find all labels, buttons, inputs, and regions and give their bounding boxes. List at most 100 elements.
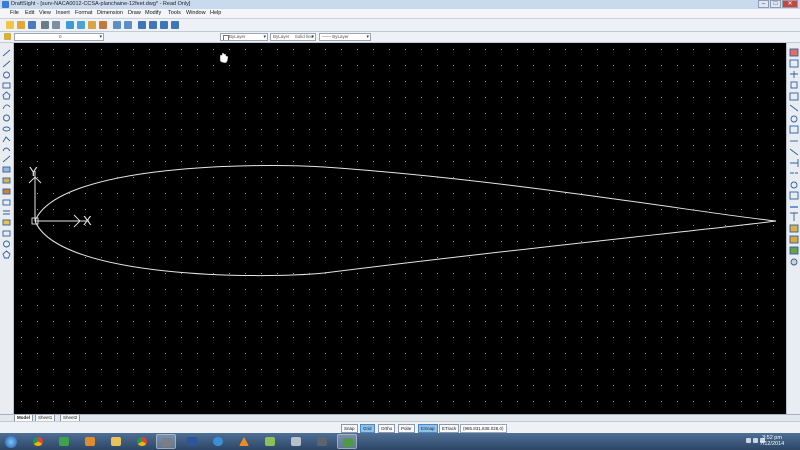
ray-icon[interactable]	[2, 155, 11, 163]
explode-icon[interactable]	[790, 212, 798, 221]
menu-draw[interactable]: Draw	[128, 10, 141, 16]
snap-toggle[interactable]: Snap	[341, 424, 358, 433]
mirror-icon[interactable]	[790, 71, 798, 78]
grid-dot	[133, 145, 134, 146]
maximize-button[interactable]: □	[770, 0, 781, 8]
file-explorer-icon[interactable]	[106, 434, 126, 449]
scale-icon[interactable]	[789, 125, 799, 134]
line-icon[interactable]	[2, 49, 11, 57]
pattern-icon[interactable]	[789, 92, 799, 101]
grid-dot	[597, 289, 598, 290]
inquiry-icon[interactable]	[790, 258, 798, 266]
esnap-toggle[interactable]: ESnap	[418, 424, 438, 433]
undo-icon[interactable]	[113, 21, 121, 29]
erase-icon[interactable]	[789, 48, 799, 57]
cloud-icon[interactable]	[2, 250, 11, 259]
menu-modify[interactable]: Modify	[145, 10, 161, 16]
region-icon[interactable]	[2, 230, 11, 237]
etrack-toggle[interactable]: ETrack	[439, 424, 460, 433]
grid-dot	[517, 353, 518, 354]
computer-icon[interactable]	[312, 434, 332, 449]
draftsight-icon[interactable]	[156, 434, 176, 449]
airfoil-profile-curve[interactable]	[34, 165, 777, 277]
minimize-button[interactable]: –	[758, 0, 769, 8]
color-dropdown[interactable]: ByLayer ▾	[220, 33, 268, 41]
rectangle-icon[interactable]	[2, 82, 11, 89]
grid-dot	[85, 289, 86, 290]
dimension-icon[interactable]	[789, 246, 799, 255]
menu-format[interactable]: Format	[75, 10, 92, 16]
menu-view[interactable]: View	[39, 10, 51, 16]
match-properties-icon[interactable]	[99, 21, 107, 29]
chamfer-icon[interactable]	[789, 191, 799, 200]
start-orb[interactable]	[2, 434, 20, 449]
text-icon[interactable]	[3, 210, 10, 215]
new-icon[interactable]	[6, 21, 14, 29]
linestyle-dropdown[interactable]: ByLayer Solid line ▾	[270, 33, 316, 41]
zoom-icon[interactable]	[149, 21, 157, 29]
layer-manager-icon[interactable]	[4, 33, 11, 40]
lineweight-dropdown[interactable]: —— ByLayer ▾	[319, 33, 371, 41]
chrome-icon[interactable]	[132, 434, 152, 449]
print-preview-icon[interactable]	[52, 21, 60, 29]
ie-icon[interactable]	[208, 434, 228, 449]
polyline-icon[interactable]	[2, 136, 11, 143]
copy-entity-icon[interactable]	[789, 59, 799, 68]
spline-icon[interactable]	[2, 147, 11, 152]
circle-3p-icon[interactable]	[3, 114, 10, 122]
menu-help[interactable]: Help	[210, 10, 221, 16]
redo-icon[interactable]	[124, 21, 132, 29]
join-icon[interactable]	[790, 181, 798, 189]
drawing-canvas[interactable]: X Y	[14, 43, 786, 414]
properties-icon[interactable]	[789, 235, 799, 244]
extend-icon[interactable]	[790, 159, 799, 167]
layer-dropdown[interactable]: 0 ▾	[14, 33, 104, 41]
vlc-icon[interactable]	[234, 434, 254, 449]
donut-icon[interactable]	[3, 240, 10, 248]
zoom-window-icon[interactable]	[160, 21, 168, 29]
open-icon[interactable]	[17, 21, 25, 29]
insert-block-icon[interactable]	[2, 188, 11, 195]
move-icon[interactable]	[789, 104, 799, 112]
tool-icon[interactable]	[286, 434, 306, 449]
grid-dot	[341, 177, 342, 178]
menu-dimension[interactable]: Dimension	[97, 10, 123, 16]
paint-icon[interactable]	[260, 434, 280, 449]
pan-icon[interactable]	[138, 21, 146, 29]
zoom-fit-icon[interactable]	[171, 21, 179, 29]
polar-toggle[interactable]: Polar	[398, 424, 415, 433]
media-center-icon[interactable]	[54, 434, 74, 449]
edit-block-icon[interactable]	[789, 224, 799, 233]
word-icon[interactable]	[182, 434, 202, 449]
table-icon[interactable]	[2, 199, 11, 206]
draftsight-icon-2[interactable]	[337, 434, 357, 449]
menu-insert[interactable]: Insert	[56, 10, 70, 16]
menu-tools[interactable]: Tools	[168, 10, 181, 16]
paste-icon[interactable]	[88, 21, 96, 29]
chrome-icon[interactable]	[28, 434, 48, 449]
note-icon[interactable]	[2, 219, 11, 226]
system-clock[interactable]: 3:52 pm 7/12/2014	[752, 435, 792, 447]
copy-icon[interactable]	[77, 21, 85, 29]
cut-icon[interactable]	[66, 21, 74, 29]
offset-icon[interactable]	[790, 81, 798, 89]
media-player-icon[interactable]	[80, 434, 100, 449]
infinite-line-icon[interactable]	[2, 60, 11, 68]
tray-flag-icon[interactable]	[746, 438, 751, 443]
circle-icon[interactable]	[3, 71, 10, 79]
ortho-toggle[interactable]: Ortho	[378, 424, 396, 433]
menu-window[interactable]: Window	[186, 10, 206, 16]
polygon-icon[interactable]	[2, 91, 11, 100]
print-icon[interactable]	[41, 21, 49, 29]
arc-icon[interactable]	[2, 104, 11, 110]
block-icon[interactable]	[2, 177, 11, 184]
menu-edit[interactable]: Edit	[25, 10, 34, 16]
hatch-icon[interactable]	[2, 166, 11, 173]
save-icon[interactable]	[28, 21, 36, 29]
rotate-icon[interactable]	[790, 115, 798, 123]
trim-icon[interactable]	[789, 148, 799, 156]
close-button[interactable]: ✕	[782, 0, 798, 8]
ellipse-icon[interactable]	[2, 126, 11, 132]
grid-toggle[interactable]: Grid	[360, 424, 375, 433]
menu-file[interactable]: File	[10, 10, 19, 16]
